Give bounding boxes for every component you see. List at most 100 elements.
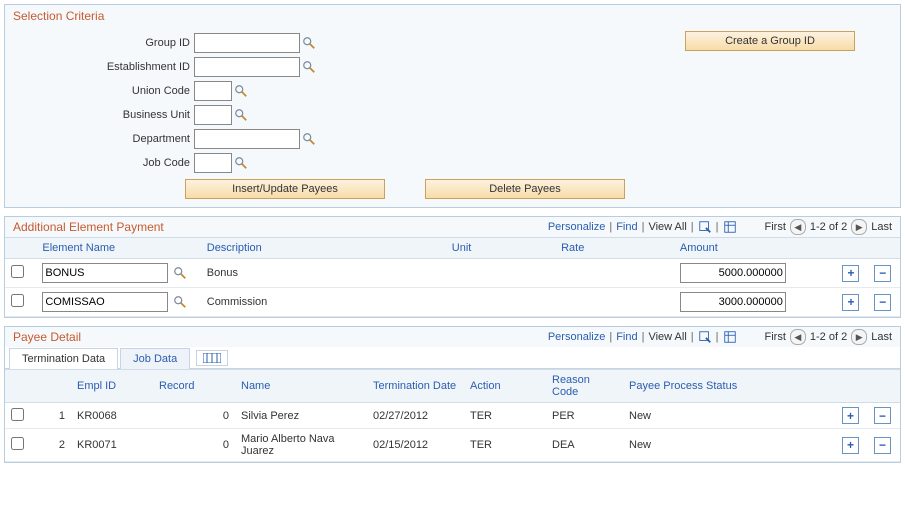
establishment-id-input[interactable] bbox=[194, 57, 300, 77]
union-code-input[interactable] bbox=[194, 81, 232, 101]
delete-payees-button[interactable]: Delete Payees bbox=[425, 179, 625, 199]
table-row: 1 KR0068 0 Silvia Perez 02/27/2012 TER P… bbox=[5, 403, 900, 429]
status-cell: New bbox=[623, 429, 836, 462]
reason-cell: DEA bbox=[546, 429, 623, 462]
view-all-link[interactable]: View All bbox=[648, 221, 686, 233]
unit-cell bbox=[446, 288, 555, 317]
col-name[interactable]: Name bbox=[235, 370, 367, 403]
col-amount[interactable]: Amount bbox=[674, 238, 837, 259]
establishment-id-label: Establishment ID bbox=[15, 61, 194, 73]
col-unit[interactable]: Unit bbox=[446, 238, 555, 259]
empl-id-cell: KR0071 bbox=[71, 429, 153, 462]
col-empl-id[interactable]: Empl ID bbox=[71, 370, 153, 403]
job-code-label: Job Code bbox=[15, 157, 194, 169]
lookup-icon[interactable] bbox=[234, 84, 248, 98]
table-row: 2 KR0071 0 Mario Alberto Nava Juarez 02/… bbox=[5, 429, 900, 462]
term-date-cell: 02/27/2012 bbox=[367, 403, 464, 429]
download-icon[interactable] bbox=[723, 220, 737, 234]
tab-job-data[interactable]: Job Data bbox=[120, 348, 190, 369]
term-date-cell: 02/15/2012 bbox=[367, 429, 464, 462]
row-select-checkbox[interactable] bbox=[11, 408, 24, 421]
first-label[interactable]: First bbox=[765, 331, 786, 343]
lookup-icon[interactable] bbox=[234, 108, 248, 122]
lookup-icon[interactable] bbox=[302, 60, 316, 74]
selection-criteria-section: Selection Criteria Create a Group ID Gro… bbox=[4, 4, 901, 208]
col-termination-date[interactable]: Termination Date bbox=[367, 370, 464, 403]
selection-criteria-title: Selection Criteria bbox=[5, 5, 900, 27]
element-name-input[interactable] bbox=[42, 263, 168, 283]
range-text: 1-2 of 2 bbox=[810, 331, 847, 343]
col-payee-status[interactable]: Payee Process Status bbox=[623, 370, 836, 403]
row-number: 2 bbox=[37, 429, 71, 462]
prev-icon[interactable]: ◀ bbox=[790, 329, 806, 345]
aep-table: Element Name Description Unit Rate Amoun… bbox=[5, 237, 900, 317]
reason-cell: PER bbox=[546, 403, 623, 429]
col-description[interactable]: Description bbox=[201, 238, 446, 259]
col-action[interactable]: Action bbox=[464, 370, 546, 403]
delete-row-button[interactable]: − bbox=[874, 437, 891, 454]
find-link[interactable]: Find bbox=[616, 221, 637, 233]
description-cell: Commission bbox=[201, 288, 446, 317]
find-link[interactable]: Find bbox=[616, 331, 637, 343]
col-record[interactable]: Record bbox=[153, 370, 235, 403]
zoom-icon[interactable] bbox=[698, 220, 712, 234]
range-text: 1-2 of 2 bbox=[810, 221, 847, 233]
last-label[interactable]: Last bbox=[871, 331, 892, 343]
row-select-checkbox[interactable] bbox=[11, 265, 24, 278]
delete-row-button[interactable]: − bbox=[874, 265, 891, 282]
personalize-link[interactable]: Personalize bbox=[548, 331, 605, 343]
job-code-input[interactable] bbox=[194, 153, 232, 173]
lookup-icon[interactable] bbox=[173, 295, 187, 309]
col-element-name[interactable]: Element Name bbox=[36, 238, 200, 259]
additional-element-payment-section: Additional Element Payment Personalize |… bbox=[4, 216, 901, 318]
amount-input[interactable] bbox=[680, 263, 786, 283]
next-icon[interactable]: ▶ bbox=[851, 329, 867, 345]
first-label[interactable]: First bbox=[765, 221, 786, 233]
element-name-input[interactable] bbox=[42, 292, 168, 312]
lookup-icon[interactable] bbox=[173, 266, 187, 280]
lookup-icon[interactable] bbox=[302, 132, 316, 146]
add-row-button[interactable]: + bbox=[842, 265, 859, 282]
empl-id-cell: KR0068 bbox=[71, 403, 153, 429]
add-row-button[interactable]: + bbox=[842, 407, 859, 424]
status-cell: New bbox=[623, 403, 836, 429]
add-row-button[interactable]: + bbox=[842, 437, 859, 454]
row-select-checkbox[interactable] bbox=[11, 294, 24, 307]
personalize-link[interactable]: Personalize bbox=[548, 221, 605, 233]
row-select-checkbox[interactable] bbox=[11, 437, 24, 450]
zoom-icon[interactable] bbox=[698, 330, 712, 344]
delete-row-button[interactable]: − bbox=[874, 294, 891, 311]
last-label[interactable]: Last bbox=[871, 221, 892, 233]
amount-input[interactable] bbox=[680, 292, 786, 312]
lookup-icon[interactable] bbox=[234, 156, 248, 170]
prev-icon[interactable]: ◀ bbox=[790, 219, 806, 235]
payee-detail-section: Payee Detail Personalize | Find | View A… bbox=[4, 326, 901, 463]
payee-table: Empl ID Record Name Termination Date Act… bbox=[5, 369, 900, 462]
unit-cell bbox=[446, 259, 555, 288]
create-group-id-button[interactable]: Create a Group ID bbox=[685, 31, 855, 51]
group-id-input[interactable] bbox=[194, 33, 300, 53]
row-number: 1 bbox=[37, 403, 71, 429]
payee-tabs: Termination Data Job Data bbox=[5, 347, 900, 369]
delete-row-button[interactable]: − bbox=[874, 407, 891, 424]
aep-toolbar: Personalize | Find | View All | | First … bbox=[548, 219, 892, 235]
view-all-link[interactable]: View All bbox=[648, 331, 686, 343]
insert-update-payees-button[interactable]: Insert/Update Payees bbox=[185, 179, 385, 199]
business-unit-input[interactable] bbox=[194, 105, 232, 125]
add-row-button[interactable]: + bbox=[842, 294, 859, 311]
tab-termination-data[interactable]: Termination Data bbox=[9, 348, 118, 369]
business-unit-label: Business Unit bbox=[15, 109, 194, 121]
lookup-icon[interactable] bbox=[302, 36, 316, 50]
group-id-label: Group ID bbox=[15, 37, 194, 49]
show-all-columns-button[interactable] bbox=[196, 350, 228, 366]
record-cell: 0 bbox=[153, 403, 235, 429]
rate-cell bbox=[555, 259, 674, 288]
next-icon[interactable]: ▶ bbox=[851, 219, 867, 235]
col-rate[interactable]: Rate bbox=[555, 238, 674, 259]
department-input[interactable] bbox=[194, 129, 300, 149]
action-cell: TER bbox=[464, 403, 546, 429]
col-reason-code[interactable]: Reason Code bbox=[546, 370, 623, 403]
record-cell: 0 bbox=[153, 429, 235, 462]
download-icon[interactable] bbox=[723, 330, 737, 344]
department-label: Department bbox=[15, 133, 194, 145]
